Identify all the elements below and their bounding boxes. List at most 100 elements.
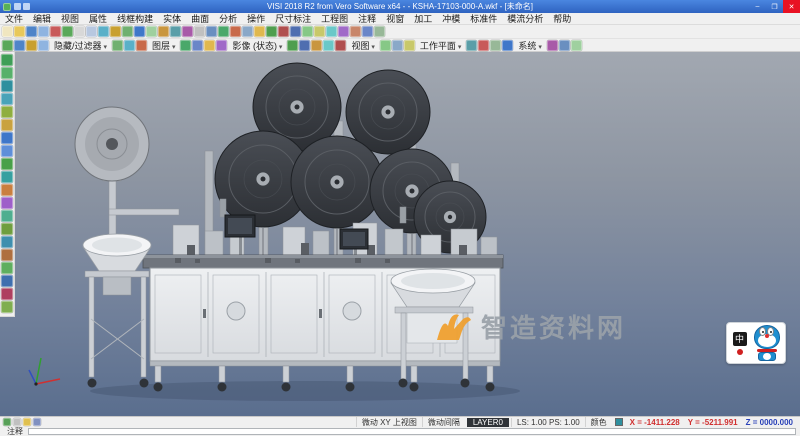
tool-icon[interactable] bbox=[287, 40, 298, 51]
tool-icon[interactable] bbox=[194, 26, 205, 37]
tool-icon[interactable] bbox=[182, 26, 193, 37]
tool-icon[interactable] bbox=[1, 197, 13, 209]
color-swatch[interactable] bbox=[615, 418, 623, 426]
menu-item[interactable]: 帮助 bbox=[548, 12, 576, 25]
tool-icon[interactable] bbox=[1, 223, 13, 235]
tool-icon[interactable] bbox=[1, 184, 13, 196]
menu-item[interactable]: 冲模 bbox=[437, 12, 465, 25]
status-color-label[interactable]: 颜色 bbox=[585, 417, 612, 428]
tool-icon[interactable] bbox=[1, 145, 13, 157]
menu-item[interactable]: 线框构建 bbox=[112, 12, 158, 25]
tool-icon[interactable] bbox=[50, 26, 61, 37]
tool-icon[interactable] bbox=[362, 26, 373, 37]
tool-icon[interactable] bbox=[86, 26, 97, 37]
tool-icon[interactable] bbox=[124, 40, 135, 51]
tool-icon[interactable] bbox=[1, 288, 13, 300]
menu-item[interactable]: 视窗 bbox=[381, 12, 409, 25]
toolbar-label-filters[interactable]: 隐藏/过滤器 bbox=[50, 39, 111, 52]
quick-access-icon[interactable] bbox=[23, 3, 30, 10]
menu-item[interactable]: 文件 bbox=[0, 12, 28, 25]
tool-icon[interactable] bbox=[392, 40, 403, 51]
tool-icon[interactable] bbox=[299, 40, 310, 51]
tool-icon[interactable] bbox=[206, 26, 217, 37]
tool-icon[interactable] bbox=[350, 26, 361, 37]
tool-icon[interactable] bbox=[112, 40, 123, 51]
tool-icon[interactable] bbox=[290, 26, 301, 37]
tool-icon[interactable] bbox=[490, 40, 501, 51]
tool-icon[interactable] bbox=[1, 262, 13, 274]
menu-item[interactable]: 标准件 bbox=[465, 12, 502, 25]
tool-icon[interactable] bbox=[192, 40, 203, 51]
tool-icon[interactable] bbox=[1, 67, 13, 79]
tool-icon[interactable] bbox=[180, 40, 191, 51]
status-step[interactable]: 微动间隔 bbox=[422, 417, 465, 428]
menu-item[interactable]: 视图 bbox=[56, 12, 84, 25]
menu-item[interactable]: 曲面 bbox=[186, 12, 214, 25]
tool-icon[interactable] bbox=[14, 26, 25, 37]
tool-icon[interactable] bbox=[559, 40, 570, 51]
toolbar-label-system[interactable]: 系统 bbox=[514, 39, 545, 52]
tool-icon[interactable] bbox=[38, 26, 49, 37]
tool-icon[interactable] bbox=[1, 80, 13, 92]
menu-item[interactable]: 模流分析 bbox=[502, 12, 548, 25]
command-input[interactable] bbox=[28, 428, 796, 435]
tool-icon[interactable] bbox=[338, 26, 349, 37]
viewport-3d[interactable]: 智造资料网 中 bbox=[0, 52, 800, 416]
tool-icon[interactable] bbox=[404, 40, 415, 51]
tool-icon[interactable] bbox=[335, 40, 346, 51]
tool-icon[interactable] bbox=[1, 158, 13, 170]
tool-icon[interactable] bbox=[1, 249, 13, 261]
toolbar-label-views[interactable]: 视图 bbox=[347, 39, 378, 52]
tool-icon[interactable] bbox=[266, 26, 277, 37]
tool-icon[interactable] bbox=[23, 418, 31, 426]
tool-icon[interactable] bbox=[1, 275, 13, 287]
menu-item[interactable]: 加工 bbox=[409, 12, 437, 25]
menu-item[interactable]: 操作 bbox=[242, 12, 270, 25]
tool-icon[interactable] bbox=[158, 26, 169, 37]
tool-icon[interactable] bbox=[254, 26, 265, 37]
tool-icon[interactable] bbox=[502, 40, 513, 51]
menu-item[interactable]: 属性 bbox=[84, 12, 112, 25]
status-view-mode[interactable]: 微动 XY 上视图 bbox=[356, 417, 422, 428]
tool-icon[interactable] bbox=[1, 54, 13, 66]
tool-icon[interactable] bbox=[1, 210, 13, 222]
menu-item[interactable]: 编辑 bbox=[28, 12, 56, 25]
tool-icon[interactable] bbox=[33, 418, 41, 426]
tool-icon[interactable] bbox=[311, 40, 322, 51]
tool-icon[interactable] bbox=[216, 40, 227, 51]
tool-icon[interactable] bbox=[98, 26, 109, 37]
tool-icon[interactable] bbox=[13, 418, 21, 426]
tool-icon[interactable] bbox=[1, 301, 13, 313]
tool-icon[interactable] bbox=[170, 26, 181, 37]
tool-icon[interactable] bbox=[26, 40, 37, 51]
tool-icon[interactable] bbox=[1, 132, 13, 144]
tool-icon[interactable] bbox=[146, 26, 157, 37]
menu-item[interactable]: 实体 bbox=[158, 12, 186, 25]
tool-icon[interactable] bbox=[122, 26, 133, 37]
tool-icon[interactable] bbox=[218, 26, 229, 37]
tool-icon[interactable] bbox=[136, 40, 147, 51]
tool-icon[interactable] bbox=[314, 26, 325, 37]
tool-icon[interactable] bbox=[466, 40, 477, 51]
tool-icon[interactable] bbox=[110, 26, 121, 37]
tool-icon[interactable] bbox=[547, 40, 558, 51]
tool-icon[interactable] bbox=[326, 26, 337, 37]
tool-icon[interactable] bbox=[3, 418, 11, 426]
tool-icon[interactable] bbox=[323, 40, 334, 51]
menu-item[interactable]: 注释 bbox=[353, 12, 381, 25]
tool-icon[interactable] bbox=[38, 40, 49, 51]
tool-icon[interactable] bbox=[2, 26, 13, 37]
tool-icon[interactable] bbox=[26, 26, 37, 37]
tool-icon[interactable] bbox=[1, 171, 13, 183]
tool-icon[interactable] bbox=[1, 119, 13, 131]
minimize-button[interactable]: – bbox=[749, 0, 766, 13]
close-button[interactable]: ✕ bbox=[783, 0, 800, 13]
maximize-button[interactable]: ❐ bbox=[766, 0, 783, 13]
tool-icon[interactable] bbox=[302, 26, 313, 37]
tool-icon[interactable] bbox=[380, 40, 391, 51]
toolbar-label-layers[interactable]: 图层 bbox=[148, 39, 179, 52]
tool-icon[interactable] bbox=[74, 26, 85, 37]
tool-icon[interactable] bbox=[374, 26, 385, 37]
quick-access-icon[interactable] bbox=[14, 3, 21, 10]
tool-icon[interactable] bbox=[230, 26, 241, 37]
